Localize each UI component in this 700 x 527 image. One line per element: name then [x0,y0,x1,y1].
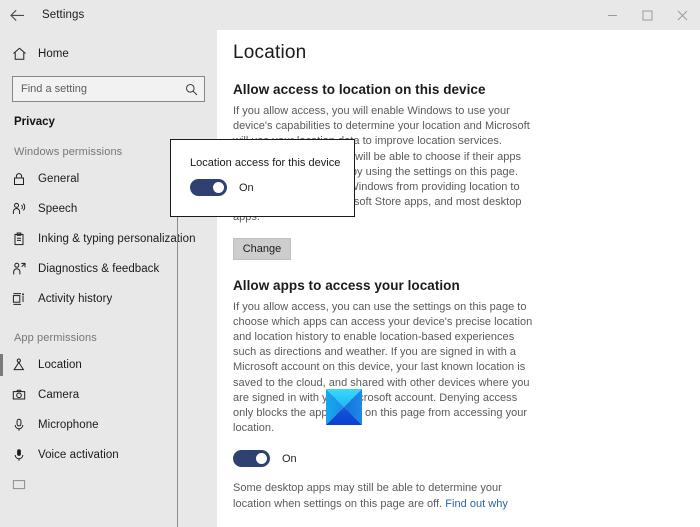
section-heading-apps-access: Allow apps to access your location [233,277,460,293]
title-bar: Settings [0,0,700,30]
sidebar-item-inking-typing-personalization[interactable]: Inking & typing personalization [0,224,217,254]
callout-toggle-row: On [171,169,354,196]
sidebar-item-diagnostics-feedback[interactable]: Diagnostics & feedback [0,254,217,284]
minimize-icon[interactable] [595,0,630,30]
sidebar-category-title: Privacy [14,116,55,128]
sidebar-item-location[interactable]: Location [0,350,217,380]
apps-location-toggle-row: On [233,450,700,468]
sidebar-item-label: General [38,173,80,185]
title-bar-left: Settings [0,0,217,30]
toggle-knob [256,453,267,465]
maximize-icon[interactable] [630,0,665,30]
sidebar-item-home[interactable]: Home [0,38,217,70]
device-location-toggle-label: On [239,181,254,194]
activity-history-icon [12,292,38,306]
sidebar-item-label: Camera [38,389,80,401]
section-body-apps-access: If you allow access, you can use the set… [233,300,533,435]
sidebar-item-label: Voice activation [38,449,119,461]
sidebar-item-label: Activity history [38,293,113,305]
toggle-knob [213,182,224,193]
section-heading-device-access: Allow access to location on this device [233,82,486,97]
callout-title: Location access for this device [190,157,341,169]
device-location-toggle[interactable] [190,179,227,196]
callout-box: Location access for this device On [170,139,355,217]
sidebar-item-microphone[interactable]: Microphone [0,410,217,440]
sidebar-group-label-app-permissions: App permissions [14,332,97,344]
change-button[interactable]: Change [233,237,291,260]
lock-icon [12,172,38,186]
find-out-why-link[interactable]: Find out why [445,498,508,510]
search-input[interactable] [13,83,178,95]
desktop-apps-note: Some desktop apps may still be able to d… [233,481,533,511]
back-arrow-icon[interactable] [0,0,34,30]
sidebar-item-label: Speech [38,203,78,215]
apps-location-toggle-label: On [282,452,297,465]
search-box[interactable] [12,76,205,102]
crosshair-cursor-icon [326,389,362,425]
sidebar-item-camera[interactable]: Camera [0,380,217,410]
diagnostics-icon [12,262,38,276]
home-icon [12,47,38,61]
location-pin-icon [12,358,38,372]
camera-icon [12,388,38,402]
page-title: Location [233,42,307,63]
close-icon[interactable] [665,0,700,30]
sidebar-item-partial[interactable] [0,470,217,500]
search-icon[interactable] [178,83,204,96]
app-title: Settings [42,9,85,21]
apps-location-toggle[interactable] [233,450,270,468]
sidebar-item-label: Location [38,359,82,371]
sidebar-item-label: Diagnostics & feedback [38,263,160,275]
voice-activation-icon [12,448,38,462]
microphone-icon [12,418,38,432]
sidebar-item-label: Microphone [38,419,99,431]
main-content: Location Allow access to location on thi… [217,30,700,527]
sidebar-item-label: Home [38,48,69,60]
notifications-icon [12,478,38,492]
speech-icon [12,202,38,216]
callout-leader-line [177,217,178,527]
settings-window: Settings Home Find a setting Privacy Win… [0,0,700,527]
sidebar-item-activity-history[interactable]: Activity history [0,284,217,314]
sidebar: Home Privacy Windows permissions General [0,30,217,527]
sidebar-item-label: Inking & typing personalization [38,233,196,245]
clipboard-icon [12,232,38,246]
window-controls [595,0,700,30]
sidebar-item-voice-activation[interactable]: Voice activation [0,440,217,470]
